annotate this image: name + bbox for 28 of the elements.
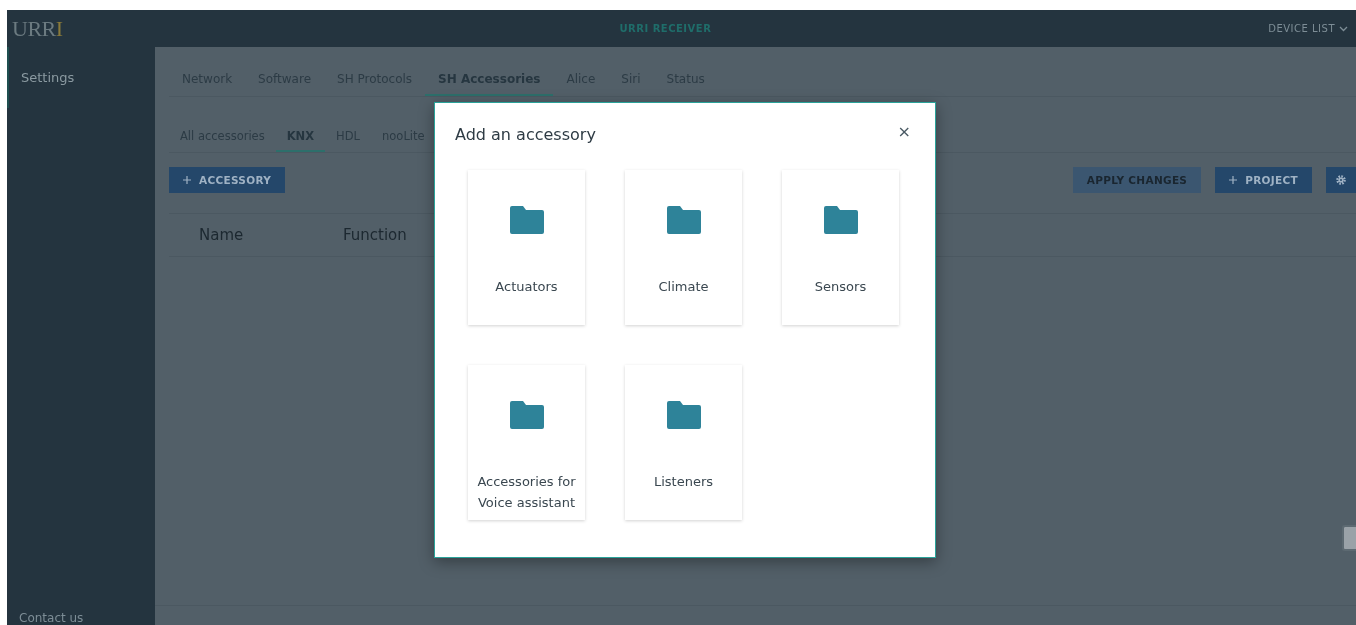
contact-link[interactable]: Contact us (7, 611, 155, 625)
apply-changes-button[interactable]: APPLY CHANGES (1072, 167, 1202, 193)
folder-icon (509, 206, 544, 234)
folder-icon (666, 206, 701, 234)
category-card[interactable]: Listeners (625, 365, 742, 520)
app-title: URRI RECEIVER (618, 23, 713, 34)
folder-icon (666, 401, 701, 429)
close-button[interactable]: × (893, 120, 915, 143)
add-accessory-button[interactable]: ACCESSORY (169, 167, 286, 193)
column-header: Function (343, 226, 408, 244)
logo: URRI (12, 15, 63, 42)
add-project-button[interactable]: PROJECT (1215, 167, 1312, 193)
category-card[interactable]: Accessories for Voice assistant (468, 365, 585, 520)
gear-icon (1335, 174, 1347, 186)
chevron-down-icon (1339, 25, 1348, 32)
plus-icon (1229, 176, 1238, 184)
device-list-menu[interactable]: DEVICE LIST (1268, 23, 1348, 34)
plus-icon (183, 176, 191, 184)
dialog-title: Add an accessory (455, 125, 596, 144)
folder-icon (509, 401, 544, 429)
category-card[interactable]: Climate (625, 170, 742, 325)
category-card[interactable]: Actuators (468, 170, 585, 325)
side-tab[interactable] (1342, 525, 1356, 551)
sidebar-item[interactable]: Settings (7, 47, 155, 108)
column-header: Name (198, 226, 245, 244)
category-card[interactable]: Sensors (782, 170, 899, 325)
folder-icon (823, 206, 858, 234)
settings-button[interactable] (1326, 167, 1356, 193)
